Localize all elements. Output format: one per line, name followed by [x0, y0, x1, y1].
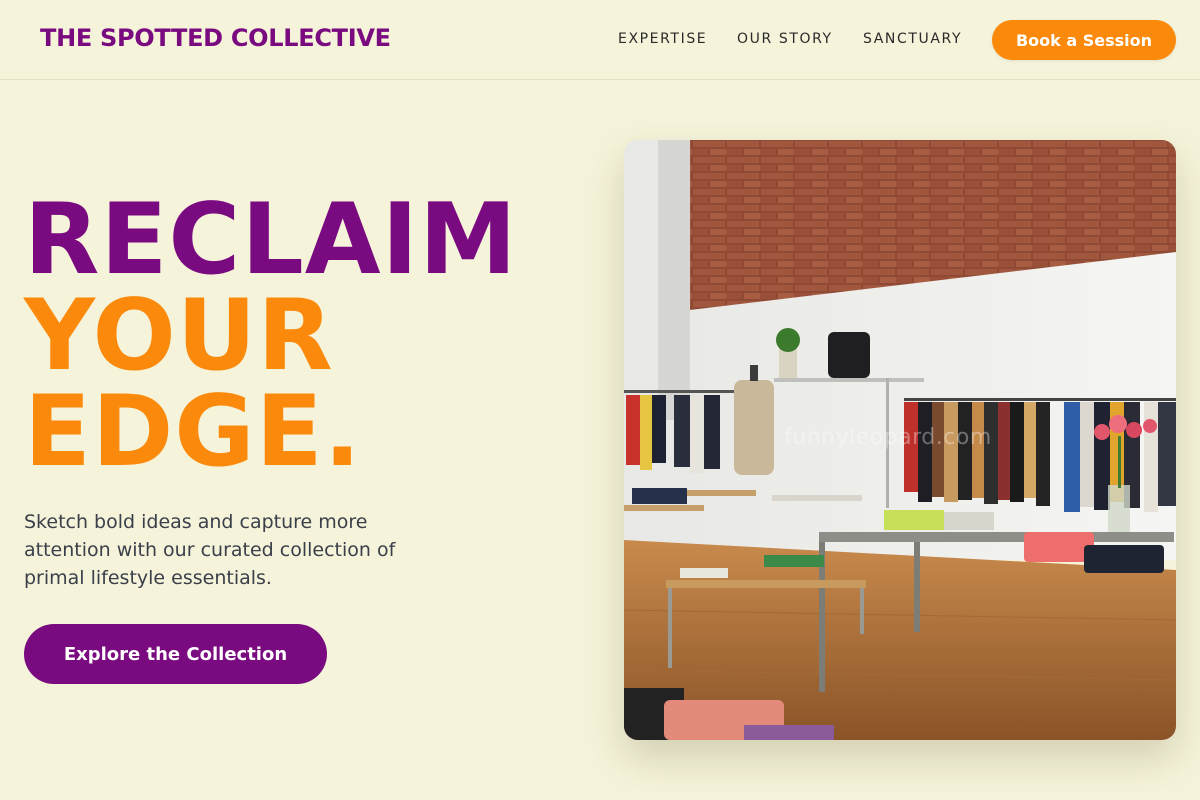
explore-collection-button[interactable]: Explore the Collection [24, 624, 327, 684]
site-header: THE SPOTTED COLLECTIVE EXPERTISE OUR STO… [0, 0, 1200, 80]
nav-link-our-story[interactable]: OUR STORY [737, 31, 833, 47]
image-watermark: funnyleopard.com [784, 425, 992, 450]
headline-line-2: YOUR [24, 279, 334, 393]
nav-link-expertise[interactable]: EXPERTISE [618, 31, 707, 47]
hero-subtitle: Sketch bold ideas and capture more atten… [24, 511, 396, 589]
hero-headline: RECLAIM YOUR EDGE. [24, 183, 518, 489]
headline-line-1: RECLAIM [24, 183, 518, 297]
nav-link-sanctuary[interactable]: SANCTUARY [863, 31, 962, 47]
headline-line-3: EDGE. [24, 375, 362, 489]
store-interior-image: funnyleopard.com [624, 140, 1176, 740]
book-session-button[interactable]: Book a Session [992, 20, 1176, 60]
